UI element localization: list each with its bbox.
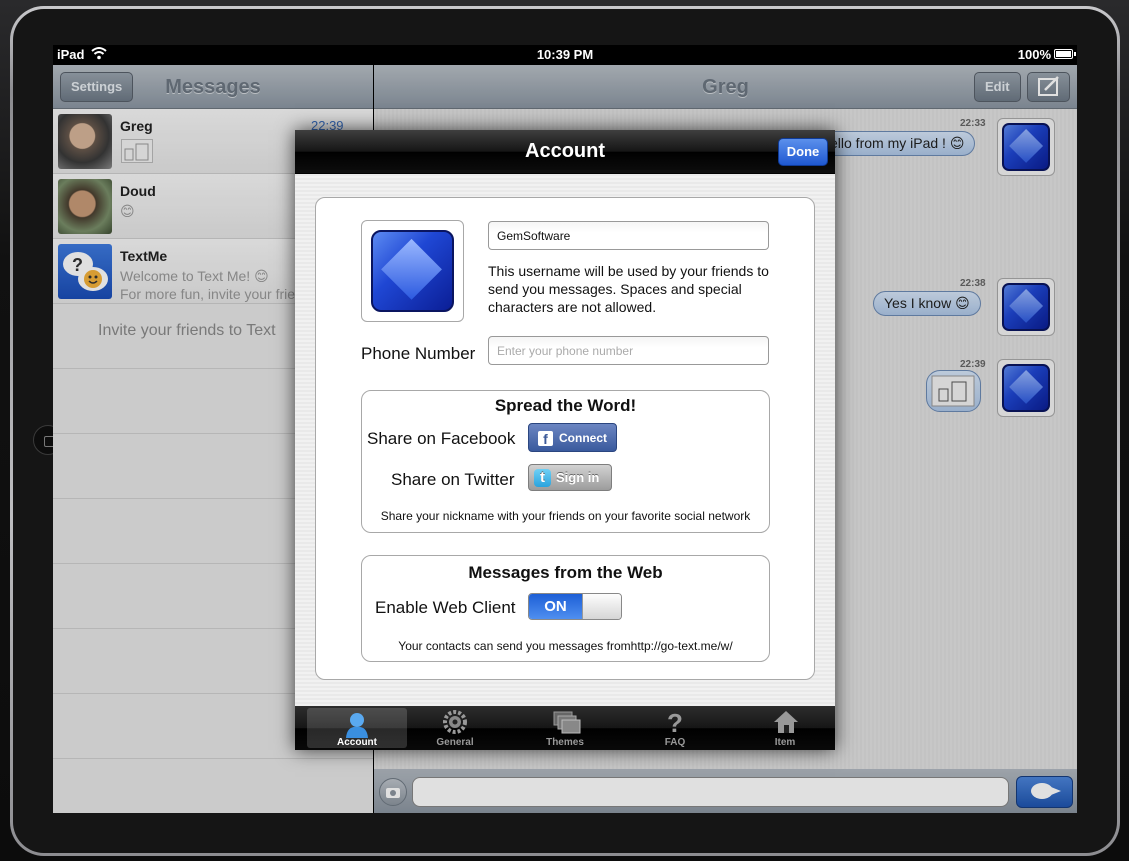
tab-general[interactable]: General [405, 706, 505, 750]
tab-account[interactable]: Account [307, 708, 407, 748]
account-modal: Account Done GemSoftware This username w… [295, 130, 835, 750]
facebook-label: Share on Facebook [367, 429, 516, 448]
gear-icon [443, 710, 467, 734]
web-title: Messages from the Web [468, 563, 663, 582]
tab-label: Account [337, 737, 377, 748]
account-card: GemSoftware This username will be used b… [315, 197, 815, 680]
question-icon: ? [663, 708, 687, 738]
web-messages-box: Messages from the Web Enable Web Client … [361, 555, 770, 662]
profile-avatar[interactable] [361, 220, 464, 322]
svg-text:?: ? [667, 710, 683, 736]
modal-body: GemSoftware This username will be used b… [295, 174, 835, 706]
gem-icon [371, 230, 454, 312]
username-help: This username will be used by your frien… [488, 263, 769, 315]
facebook-icon: f [538, 431, 553, 447]
status-bar: iPad 10:39 PM 100% [53, 45, 1077, 65]
done-button[interactable]: Done [778, 138, 828, 166]
battery-percent: 100% [1017, 47, 1051, 62]
twitter-icon: t [534, 469, 551, 487]
tab-label: FAQ [664, 737, 686, 748]
web-note: Your contacts can send you messages from… [398, 639, 733, 653]
clock: 10:39 PM [536, 47, 594, 62]
spread-note: Share your nickname with your friends on… [380, 509, 751, 523]
facebook-connect-button[interactable]: f Connect [528, 423, 617, 452]
tab-faq[interactable]: ? FAQ [625, 706, 725, 750]
facebook-button-label: Connect [559, 431, 607, 445]
spread-word-box: Spread the Word! Share on Facebook f Con… [361, 390, 770, 533]
tab-label: Item [774, 737, 796, 748]
tab-themes[interactable]: Themes [515, 706, 615, 750]
themes-icon [553, 710, 581, 734]
web-client-label: Enable Web Client [375, 598, 516, 617]
web-client-toggle[interactable]: ON [528, 593, 622, 620]
battery-icon [1054, 49, 1076, 59]
toggle-knob [582, 594, 621, 619]
tab-label: Themes [546, 737, 584, 748]
twitter-button-label: Sign in [556, 470, 600, 485]
tab-label: General [436, 737, 474, 748]
username-field[interactable]: GemSoftware [488, 221, 769, 250]
settings-tabbar: Account General Themes ? FAQ Item [295, 706, 835, 750]
tab-item[interactable]: Item [735, 706, 835, 750]
twitter-signin-button[interactable]: t Sign in [528, 464, 612, 491]
toggle-on-label: ON [529, 594, 582, 619]
house-icon [773, 710, 798, 734]
spread-title: Spread the Word! [494, 396, 637, 415]
modal-header: Account Done [295, 130, 835, 174]
twitter-label: Share on Twitter [391, 470, 515, 489]
phone-label: Phone Number [361, 344, 476, 363]
screen: iPad 10:39 PM 100% Settings Messages Gre… [53, 45, 1077, 813]
modal-title: Account [525, 140, 605, 162]
person-icon [345, 712, 369, 738]
phone-field[interactable]: Enter your phone number [488, 336, 769, 365]
